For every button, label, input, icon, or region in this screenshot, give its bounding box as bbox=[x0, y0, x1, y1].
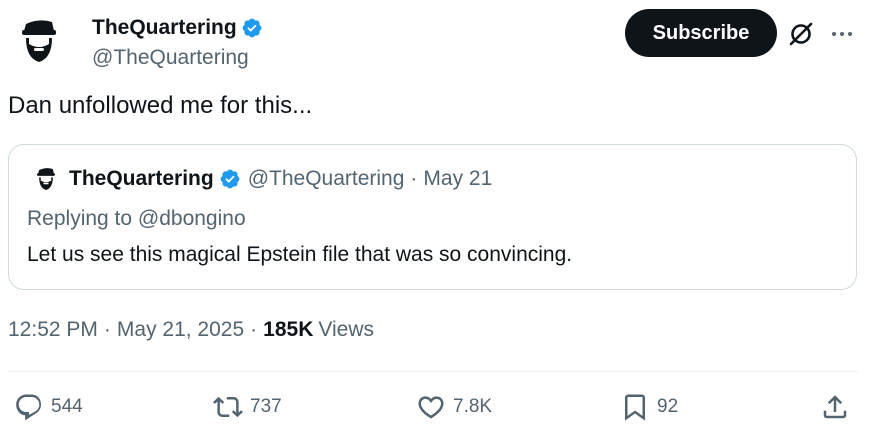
verified-badge-icon bbox=[242, 18, 262, 38]
like-button[interactable]: 7.8K bbox=[416, 392, 492, 422]
quote-date: May 21 bbox=[423, 167, 493, 190]
quote-display-name: TheQuartering bbox=[69, 167, 214, 190]
avatar[interactable] bbox=[20, 18, 58, 64]
tweet-date[interactable]: May 21, 2025 bbox=[117, 318, 244, 342]
reply-button[interactable]: 544 bbox=[14, 392, 83, 422]
bookmark-count: 92 bbox=[657, 396, 679, 417]
grok-icon[interactable] bbox=[788, 21, 814, 47]
like-count: 7.8K bbox=[453, 396, 493, 417]
quote-separator: · bbox=[410, 167, 418, 190]
author-display-name[interactable]: TheQuartering bbox=[92, 16, 237, 40]
tweet-text: Dan unfollowed me for this... bbox=[8, 92, 313, 119]
bookmark-icon bbox=[625, 394, 645, 421]
quote-handle: @TheQuartering bbox=[247, 167, 405, 190]
tweet-meta: 12:52 PM · May 21, 2025 · 185K Views bbox=[8, 318, 374, 342]
tweet-header: TheQuartering @TheQuartering Subscribe bbox=[12, 6, 858, 70]
reply-icon bbox=[16, 394, 42, 421]
quote-verified-badge-icon bbox=[220, 169, 240, 189]
quoted-tweet[interactable]: TheQuartering @TheQuartering · May 21 Re… bbox=[8, 144, 857, 290]
reply-count: 544 bbox=[51, 396, 83, 417]
tweet-time[interactable]: 12:52 PM bbox=[8, 318, 98, 342]
repost-count: 737 bbox=[250, 396, 282, 417]
repost-icon bbox=[213, 396, 243, 418]
action-bar: 544 737 7.8K 92 bbox=[0, 388, 870, 428]
bookmark-button[interactable]: 92 bbox=[620, 392, 678, 422]
views-label: Views bbox=[318, 318, 374, 341]
share-button[interactable] bbox=[820, 392, 850, 422]
meta-separator: · bbox=[250, 318, 258, 341]
share-icon bbox=[823, 395, 847, 419]
meta-separator: · bbox=[103, 318, 111, 341]
more-icon[interactable] bbox=[830, 22, 854, 46]
divider bbox=[8, 371, 858, 372]
author-handle[interactable]: @TheQuartering bbox=[92, 46, 263, 70]
repost-button[interactable]: 737 bbox=[213, 392, 282, 422]
subscribe-button[interactable]: Subscribe bbox=[625, 9, 777, 57]
quote-text: Let us see this magical Epstein file tha… bbox=[27, 243, 573, 266]
like-icon bbox=[418, 396, 444, 419]
views-count: 185K bbox=[263, 318, 314, 341]
quote-replying-to: Replying to @dbongino bbox=[27, 207, 246, 230]
quote-avatar bbox=[36, 166, 56, 192]
